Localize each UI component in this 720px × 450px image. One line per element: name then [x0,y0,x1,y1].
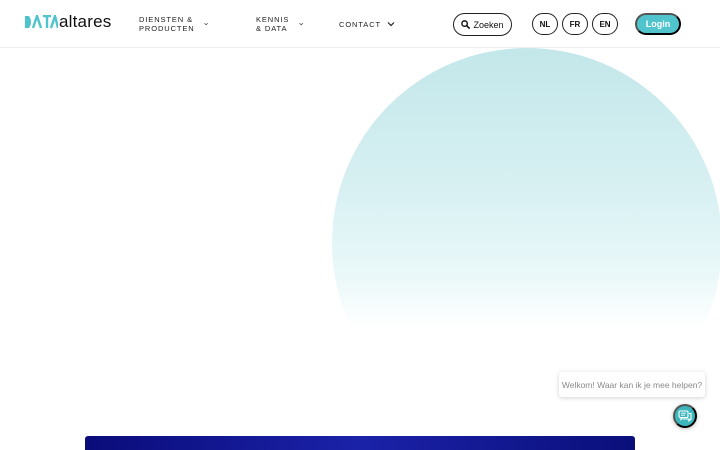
hero-banner [85,436,635,450]
search-button[interactable]: Zoeken [453,13,512,36]
search-icon [461,20,471,29]
language-nl-button[interactable]: NL [532,13,558,35]
chat-bubbles-icon [678,410,692,422]
brand-logo[interactable]: altares [24,12,111,32]
nav-item-contact[interactable]: CONTACT [339,17,395,31]
language-en-button[interactable]: EN [592,13,618,35]
site-header: altares DIENSTEN & PRODUCTEN KENNIS & DA… [0,0,720,48]
chat-welcome-bubble[interactable]: Welkom! Waar kan ik je mee helpen? [559,372,705,397]
nav-item-label: KENNIS & DATA [256,15,290,33]
nav-item-kennis-data[interactable]: KENNIS & DATA [256,15,304,33]
chevron-down-icon [204,22,209,26]
data-mark-icon [25,15,58,29]
nav-item-label: CONTACT [339,19,381,29]
chat-welcome-text: Welkom! Waar kan ik je mee helpen? [561,379,703,390]
nav-item-label: DIENSTEN & PRODUCTEN [139,15,195,33]
language-fr-button[interactable]: FR [562,13,588,35]
chat-launcher-button[interactable] [673,404,697,428]
nav-item-diensten-producten[interactable]: DIENSTEN & PRODUCTEN [139,15,209,33]
chevron-down-icon [387,22,395,27]
chevron-down-icon [299,22,304,26]
brand-wordmark: altares [59,12,112,31]
search-button-label: Zoeken [473,19,504,30]
login-button[interactable]: Login [635,13,681,35]
